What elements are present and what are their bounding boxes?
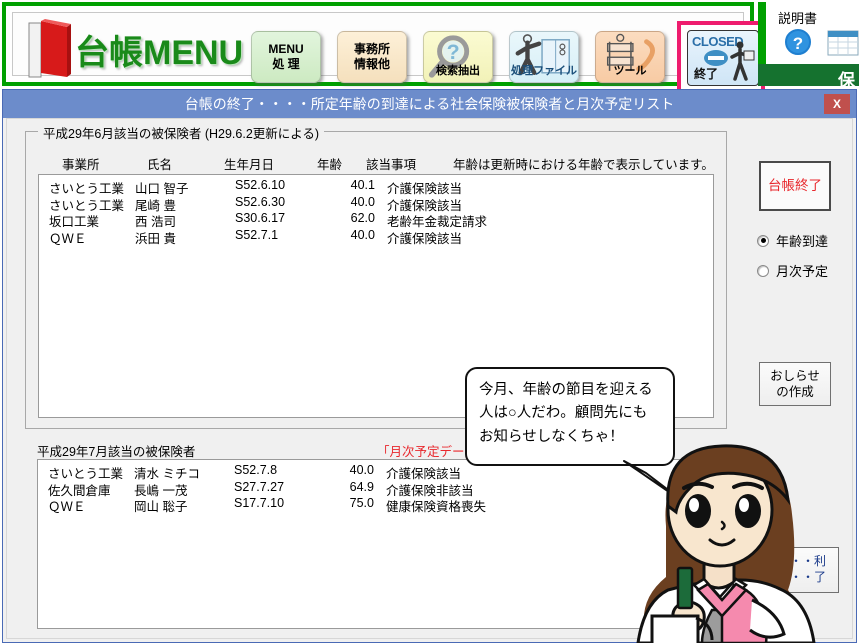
toolbar-button-search[interactable]: ? 検索抽出 bbox=[423, 31, 493, 83]
table-row[interactable]: ＱＷＥ 浜田 貴 S52.7.1 40.0 介護保険該当 bbox=[39, 227, 713, 246]
section2-title: 平成29年7月該当の被保険者 bbox=[37, 445, 196, 459]
cell-age: 40.0 bbox=[350, 194, 375, 209]
radio-option-monthly-plan[interactable]: 月次予定 bbox=[757, 261, 828, 280]
cell-name: 浜田 貴 bbox=[135, 231, 176, 246]
column-header-office: 事業所 bbox=[62, 158, 100, 172]
cell-dob: S52.6.30 bbox=[235, 194, 286, 209]
column-header-age: 年齢 bbox=[317, 158, 343, 172]
dialog-titlebar: 台帳の終了・・・・所定年齢の到達による社会保険被保険者と月次予定リスト X bbox=[3, 90, 856, 118]
cell-office: ＱＷＥ bbox=[49, 231, 87, 246]
radio-month-label: 月次予定 bbox=[776, 264, 829, 279]
cell-dob: S30.6.17 bbox=[235, 211, 286, 225]
cell-dob: S17.7.10 bbox=[234, 496, 285, 510]
end-daicho-button[interactable]: 台帳終了 bbox=[759, 161, 831, 211]
radio-option-age-reached[interactable]: 年齢到達 bbox=[757, 231, 828, 250]
bubble-line-2: 人は○人だわ。顧問先にも bbox=[479, 405, 648, 422]
section1-legend: 平成29年6月該当の被保険者 (H29.6.2更新による) bbox=[38, 123, 325, 142]
app-logo-text: 台帳MENU bbox=[75, 34, 244, 72]
notice-label-line1: おしらせ bbox=[770, 368, 820, 383]
cell-age: 40.0 bbox=[350, 227, 375, 242]
column-header-item: 該当事項 bbox=[366, 158, 417, 172]
closed-button-highlight-frame: CLOSED 終了 bbox=[677, 21, 765, 93]
toolbar-button-office-info[interactable]: 事務所 情報他 bbox=[337, 31, 407, 83]
cell-age: 40.1 bbox=[350, 178, 375, 192]
cell-name: 岡山 聡子 bbox=[134, 500, 188, 514]
toolbar-menu-line2: 処 理 bbox=[272, 57, 300, 71]
calendar-icon[interactable] bbox=[826, 28, 859, 58]
dialog-title: 台帳の終了・・・・所定年齢の到達による社会保険被保険者と月次予定リスト bbox=[184, 96, 675, 112]
toolbar-search-label: 検索抽出 bbox=[436, 65, 480, 78]
dialog-close-button[interactable]: X bbox=[824, 94, 850, 114]
question-circle-icon[interactable]: ? bbox=[782, 26, 814, 58]
svg-text:?: ? bbox=[793, 34, 803, 53]
toolbar-menu-line1: MENU bbox=[268, 42, 304, 56]
green-footer-label: 保 bbox=[838, 71, 855, 90]
cell-office: ＱＷＥ bbox=[48, 500, 86, 514]
section1-note: 年齢は更新時における年齢で表示しています。 bbox=[453, 158, 714, 172]
toolbar-office-line2: 情報他 bbox=[353, 57, 390, 71]
right-help-panel: 説明書 ? 保 bbox=[758, 2, 859, 90]
toolbar-tool-label: ツール bbox=[613, 65, 647, 78]
cell-item: 介護保険該当 bbox=[387, 231, 463, 246]
toolbar-process-file-label: 処理ファイル bbox=[511, 65, 577, 78]
cell-age: 40.0 bbox=[349, 463, 374, 477]
svg-text:?: ? bbox=[447, 40, 460, 64]
table-row[interactable]: さいとう工業 山口 智子 S52.6.10 40.1 介護保険該当 bbox=[39, 178, 713, 196]
cell-dob: S27.7.27 bbox=[234, 479, 285, 494]
bubble-line-1: 今月、年齢の節目を迎える bbox=[479, 382, 653, 398]
section1-column-headers: 事業所 氏名 生年月日 年齢 該当事項 年齢は更新時における年齢で表示しています… bbox=[26, 154, 726, 172]
cell-dob: S52.7.8 bbox=[234, 463, 278, 477]
help-manual-label: 説明書 bbox=[778, 11, 818, 26]
toolbar-button-menu-shori[interactable]: MENU 処 理 bbox=[251, 31, 321, 83]
column-header-name: 氏名 bbox=[147, 158, 173, 172]
character-illustration bbox=[636, 444, 816, 643]
toolbar-button-tool[interactable]: ツール bbox=[595, 31, 665, 83]
create-notice-button[interactable]: おしらせ の作成 bbox=[759, 362, 831, 406]
menu-toolbar-frame: 台帳MENU MENU 処 理 事務所 情報他 ? 検索抽出 処理ファイル ツー… bbox=[2, 2, 765, 93]
cell-item: 健康保険資格喪失 bbox=[386, 500, 487, 514]
radio-age-indicator[interactable] bbox=[757, 234, 769, 247]
cell-dob: S52.6.10 bbox=[235, 178, 286, 192]
radio-month-indicator[interactable] bbox=[757, 264, 769, 277]
table-row[interactable]: 坂口工業 西 浩司 S30.6.17 62.0 老齢年金裁定請求 bbox=[39, 211, 713, 229]
radio-age-label: 年齢到達 bbox=[776, 234, 829, 249]
menu-toolbar-inner: 台帳MENU MENU 処 理 事務所 情報他 ? 検索抽出 処理ファイル ツー… bbox=[12, 12, 765, 93]
cell-age: 64.9 bbox=[349, 479, 374, 494]
notice-label-line2: の作成 bbox=[776, 385, 814, 399]
cell-dob: S52.7.1 bbox=[235, 227, 279, 242]
cell-age: 62.0 bbox=[350, 211, 375, 225]
cell-age: 75.0 bbox=[349, 496, 374, 510]
closed-exit-button[interactable]: CLOSED 終了 bbox=[687, 30, 759, 86]
toolbar-office-line1: 事務所 bbox=[353, 42, 390, 56]
table-row[interactable]: さいとう工業 尾崎 豊 S52.6.30 40.0 介護保険該当 bbox=[39, 194, 713, 213]
toolbar-button-process-file[interactable]: 処理ファイル bbox=[509, 31, 579, 83]
closed-exit-icon bbox=[704, 41, 755, 81]
column-header-dob: 生年月日 bbox=[224, 158, 275, 172]
book-icon bbox=[28, 19, 71, 78]
